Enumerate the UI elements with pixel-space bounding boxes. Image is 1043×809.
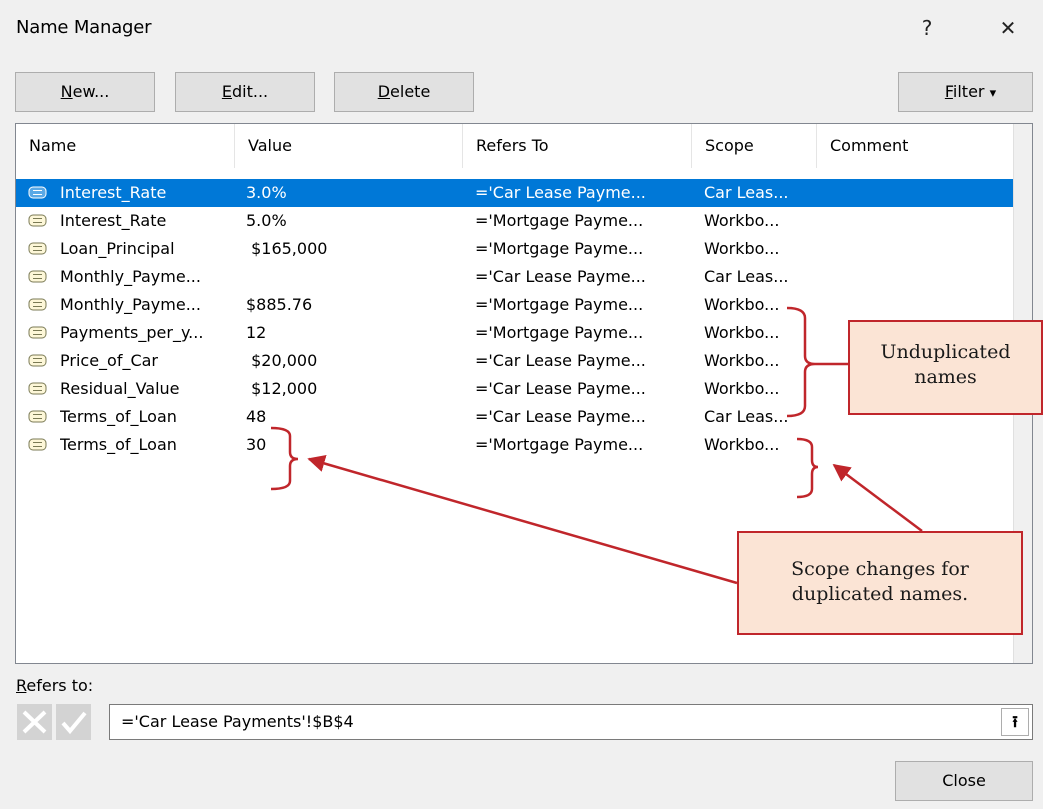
cell-scope: Workbo... [704,351,780,370]
defined-name-icon [28,354,47,367]
defined-name-icon [28,214,47,227]
cell-refers: ='Car Lease Payme... [475,183,646,202]
list-item[interactable]: Interest_Rate 5.0% ='Mortgage Payme... Work… [16,207,1014,235]
cell-refers: ='Mortgage Payme... [475,435,644,454]
commit-edit-button[interactable] [56,704,91,740]
help-button[interactable]: ? [912,18,942,38]
filter-button[interactable]: Filter ▾ [898,72,1033,112]
collapse-dialog-button[interactable]: ⭱ [1001,708,1029,736]
cell-name: Monthly_Payme... [60,295,201,314]
defined-name-icon [28,298,47,311]
cell-value: $165,000 [246,239,328,258]
callout-line: duplicated names. [791,583,969,605]
cell-refers: ='Mortgage Payme... [475,323,644,342]
cell-scope: Car Leas... [704,407,789,426]
chevron-down-icon: ▾ [989,86,997,101]
cell-scope: Car Leas... [704,183,789,202]
checkmark-icon [61,711,87,735]
defined-name-icon [28,270,47,283]
list-item[interactable]: Interest_Rate 3.0% ='Car Lease Payme... Car… [16,179,1014,207]
defined-name-icon [28,186,47,199]
cell-refers: ='Mortgage Payme... [475,239,644,258]
cell-scope: Workbo... [704,323,780,342]
dialog-title: Name Manager [16,17,152,38]
refers-to-label-text: efers to: [26,676,94,695]
cell-scope: Car Leas... [704,267,789,286]
scope-changes-callout: Scope changes for duplicated names. [737,531,1023,635]
cell-name: Terms_of_Loan [60,435,177,454]
new-button-label: ew... [72,82,110,101]
cell-value: 5.0% [246,211,287,230]
cell-refers: ='Car Lease Payme... [475,407,646,426]
refers-to-accel: R [16,676,27,695]
defined-name-icon [28,410,47,423]
defined-name-icon [28,438,47,451]
callout-line: names [914,366,977,388]
cell-scope: Workbo... [704,295,780,314]
cell-refers: ='Car Lease Payme... [475,267,646,286]
new-button[interactable]: New... [15,72,155,112]
edit-button-label: dit... [231,82,269,101]
cell-refers: ='Car Lease Payme... [475,379,646,398]
defined-name-icon [28,382,47,395]
list-item[interactable]: Monthly_Payme... ='Car Lease Payme... Car … [16,263,1014,291]
cell-name: Loan_Principal [60,239,175,258]
list-item[interactable]: Monthly_Payme... $885.76 ='Mortgage Payme.… [16,291,1014,319]
callout-line: Scope changes for [791,558,969,580]
unduplicated-names-callout: Unduplicated names [848,320,1043,415]
list-item[interactable]: Loan_Principal $165,000 ='Mortgage Payme.… [16,235,1014,263]
defined-name-icon [28,326,47,339]
list-item[interactable]: Terms_of_Loan 30 ='Mortgage Payme... Workbo… [16,431,1014,459]
cell-value: 12 [246,323,267,342]
cell-name: Interest_Rate [60,183,167,202]
refers-to-label: Refers to: [16,676,93,695]
new-button-accel: N [60,82,73,101]
column-header-refers-to[interactable]: Refers To [463,124,691,168]
cell-scope: Workbo... [704,435,780,454]
close-window-button[interactable]: ✕ [993,18,1023,38]
cell-value: 3.0% [246,183,287,202]
filter-button-accel: F [944,82,953,101]
cell-refers: ='Car Lease Payme... [475,351,646,370]
cell-value: 30 [246,435,267,454]
refers-to-value: ='Car Lease Payments'!$B$4 [121,712,354,731]
delete-button-accel: D [377,82,391,101]
column-header-comment[interactable]: Comment [817,124,1014,168]
cell-name: Payments_per_y... [60,323,204,342]
callout-line: Unduplicated [880,341,1011,363]
cell-name: Residual_Value [60,379,180,398]
cell-value: 48 [246,407,267,426]
cancel-x-icon [22,710,47,734]
column-header-scope[interactable]: Scope [692,124,816,168]
delete-button-label: elete [390,82,431,101]
cell-name: Terms_of_Loan [60,407,177,426]
cell-value: $885.76 [246,295,313,314]
filter-button-label: ilter [952,82,985,101]
cell-scope: Workbo... [704,239,780,258]
edit-button-accel: E [221,82,232,101]
cell-scope: Workbo... [704,211,780,230]
cell-name: Price_of_Car [60,351,159,370]
edit-button[interactable]: Edit... [175,72,315,112]
cancel-edit-button[interactable] [17,704,52,740]
refers-to-field[interactable]: ='Car Lease Payments'!$B$4 ⭱ [109,704,1033,740]
defined-name-icon [28,242,47,255]
cell-name: Monthly_Payme... [60,267,201,286]
cell-refers: ='Mortgage Payme... [475,211,644,230]
cell-value: $20,000 [246,351,318,370]
column-header-value[interactable]: Value [235,124,462,168]
close-button[interactable]: Close [895,761,1033,801]
delete-button[interactable]: Delete [334,72,474,112]
column-header-name[interactable]: Name [16,124,234,168]
upload-arrow-icon: ⭱ [1012,712,1018,731]
cell-name: Interest_Rate [60,211,167,230]
cell-scope: Workbo... [704,379,780,398]
cell-refers: ='Mortgage Payme... [475,295,644,314]
cell-value: $12,000 [246,379,318,398]
